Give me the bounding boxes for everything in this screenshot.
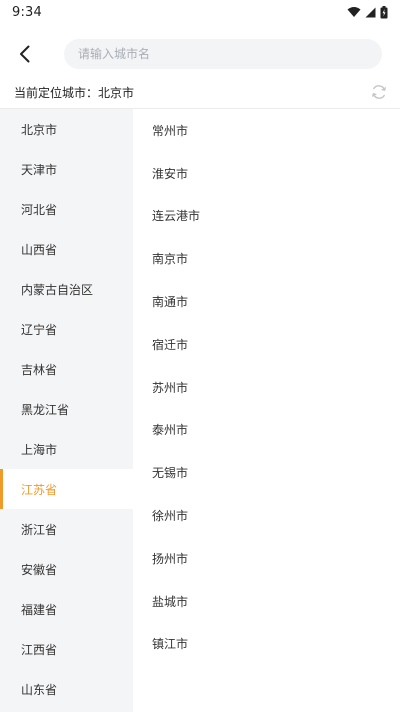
city-item[interactable]: 宿迁市 (133, 323, 400, 366)
province-item[interactable]: 天津市 (0, 149, 133, 189)
city-item[interactable]: 扬州市 (133, 537, 400, 580)
status-time: 9:34 (12, 4, 42, 20)
signal-icon (365, 7, 376, 17)
city-item[interactable]: 连云港市 (133, 195, 400, 238)
province-item[interactable]: 上海市 (0, 429, 133, 469)
search-input[interactable] (78, 47, 382, 61)
province-item[interactable]: 福建省 (0, 589, 133, 629)
province-item[interactable]: 吉林省 (0, 349, 133, 389)
back-button[interactable] (2, 32, 48, 76)
province-list: 北京市 天津市 河北省 山西省 内蒙古自治区 辽宁省 吉林省 黑龙江省 上海市 江苏省 浙江省 安徽省… (0, 109, 133, 712)
wifi-icon (347, 7, 361, 17)
city-item[interactable]: 南通市 (133, 280, 400, 323)
city-item[interactable]: 无锡市 (133, 451, 400, 494)
province-item[interactable]: 山东省 (0, 669, 133, 709)
search-box (64, 39, 382, 69)
province-item[interactable]: 北京市 (0, 109, 133, 149)
province-item[interactable]: 辽宁省 (0, 309, 133, 349)
province-item[interactable]: 内蒙古自治区 (0, 269, 133, 309)
battery-icon (380, 5, 388, 18)
city-item[interactable]: 盐城市 (133, 580, 400, 623)
current-location-row: 当前定位城市：北京市 (0, 78, 400, 106)
status-bar: 9:34 (0, 0, 400, 24)
province-item-selected[interactable]: 江苏省 (0, 469, 133, 509)
province-item[interactable]: 江西省 (0, 629, 133, 669)
city-item[interactable]: 淮安市 (133, 152, 400, 195)
top-bar (0, 32, 400, 76)
city-item[interactable]: 南京市 (133, 237, 400, 280)
status-icons (347, 5, 388, 19)
city-item[interactable]: 徐州市 (133, 494, 400, 537)
province-item[interactable]: 河北省 (0, 189, 133, 229)
province-item[interactable]: 黑龙江省 (0, 389, 133, 429)
current-location-label: 当前定位城市：北京市 (14, 85, 135, 100)
city-item[interactable]: 常州市 (133, 109, 400, 152)
city-item[interactable]: 苏州市 (133, 366, 400, 409)
province-item[interactable]: 山西省 (0, 229, 133, 269)
city-list: 常州市 淮安市 连云港市 南京市 南通市 宿迁市 苏州市 泰州市 无锡市 徐州市 扬州市 盐城市 镇江市 (133, 109, 400, 712)
city-item[interactable]: 泰州市 (133, 409, 400, 452)
city-item[interactable]: 镇江市 (133, 623, 400, 666)
province-item[interactable]: 浙江省 (0, 509, 133, 549)
province-item[interactable]: 安徽省 (0, 549, 133, 589)
refresh-icon[interactable] (370, 83, 388, 101)
chevron-left-icon (20, 45, 30, 63)
